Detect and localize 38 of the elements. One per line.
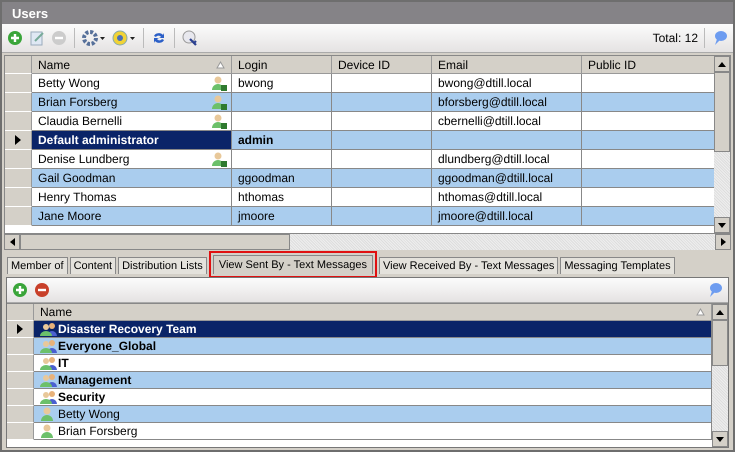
sort-icon — [696, 308, 705, 316]
add-button[interactable] — [6, 29, 24, 47]
total-count: Total: 12 — [652, 31, 698, 45]
add-button[interactable] — [11, 281, 29, 299]
remove-button[interactable] — [33, 281, 51, 299]
gear-icon — [82, 30, 106, 46]
minus-icon — [51, 30, 67, 46]
right-arrow-icon — [720, 238, 726, 246]
tab[interactable]: View Received By - Text Messages — [378, 257, 558, 274]
window-title: Users — [12, 6, 48, 20]
down-arrow-icon — [718, 222, 726, 228]
horizontal-scrollbar[interactable] — [4, 234, 731, 250]
refresh-icon — [151, 30, 167, 46]
table-cell: Default administrator — [32, 131, 232, 150]
speech-bubble-icon — [707, 282, 723, 298]
up-arrow-icon — [718, 62, 726, 66]
left-arrow-icon — [10, 238, 14, 246]
row-header[interactable] — [7, 321, 34, 338]
vertical-scrollbar[interactable] — [712, 304, 728, 447]
row-header[interactable] — [5, 131, 32, 150]
minus-icon — [34, 282, 50, 298]
plus-icon — [12, 282, 28, 298]
edit-button[interactable] — [28, 29, 46, 47]
tab[interactable]: Member of — [7, 257, 68, 274]
sort-icon — [216, 60, 225, 68]
settings-button[interactable] — [81, 29, 107, 47]
up-arrow-icon — [716, 310, 724, 314]
down-arrow-icon — [716, 436, 724, 442]
current-row-icon — [15, 135, 21, 145]
tab[interactable]: Distribution Lists — [118, 257, 207, 274]
speech-bubble-icon — [712, 30, 728, 46]
edit-icon — [29, 30, 45, 46]
tab[interactable]: Messaging Templates — [560, 257, 675, 274]
current-row-icon — [17, 324, 23, 334]
vertical-scrollbar[interactable] — [714, 56, 730, 233]
tab[interactable]: Content — [70, 257, 116, 274]
table-cell: Disaster Recovery Team — [34, 321, 712, 338]
plus-icon — [7, 30, 23, 46]
